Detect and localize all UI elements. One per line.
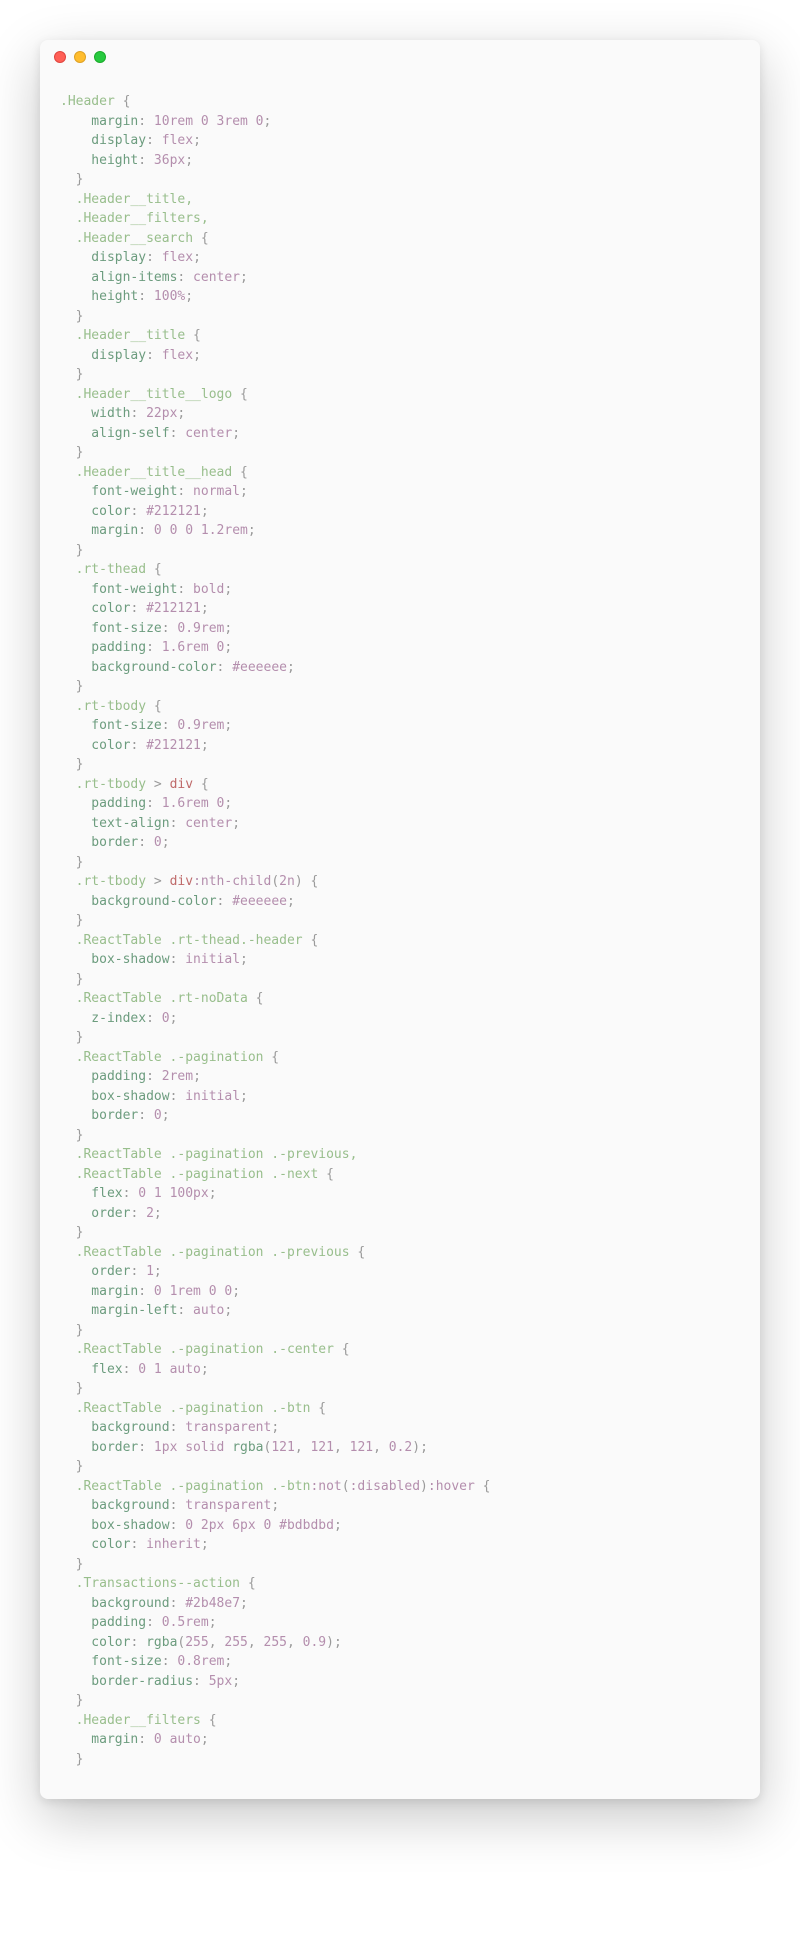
css-declaration: margin: 10rem 0 3rem 0; xyxy=(60,112,760,132)
close-icon[interactable] xyxy=(54,51,66,63)
css-declaration: margin: 0 1rem 0 0; xyxy=(60,1282,760,1302)
code-window: .Header {margin: 10rem 0 3rem 0;display:… xyxy=(40,40,760,1799)
css-selector: .ReactTable .-pagination { xyxy=(60,1048,760,1068)
css-declaration: color: rgba(255, 255, 255, 0.9); xyxy=(60,1633,760,1653)
window-titlebar xyxy=(40,40,760,74)
css-selector: .rt-tbody { xyxy=(60,697,760,717)
css-selector: .rt-thead { xyxy=(60,560,760,580)
css-declaration: padding: 2rem; xyxy=(60,1067,760,1087)
css-declaration: border: 0; xyxy=(60,833,760,853)
zoom-icon[interactable] xyxy=(94,51,106,63)
css-declaration: background-color: #eeeeee; xyxy=(60,658,760,678)
css-selector: .ReactTable .-pagination .-center { xyxy=(60,1340,760,1360)
css-declaration: font-weight: bold; xyxy=(60,580,760,600)
css-declaration: background: transparent; xyxy=(60,1496,760,1516)
css-declaration: margin-left: auto; xyxy=(60,1301,760,1321)
css-declaration: border-radius: 5px; xyxy=(60,1672,760,1692)
css-selector: .rt-tbody > div { xyxy=(60,775,760,795)
css-declaration: flex: 0 1 100px; xyxy=(60,1184,760,1204)
css-selector: .Header__filters, xyxy=(60,209,760,229)
css-declaration: box-shadow: initial; xyxy=(60,1087,760,1107)
css-declaration: order: 1; xyxy=(60,1262,760,1282)
css-declaration: padding: 1.6rem 0; xyxy=(60,638,760,658)
css-selector: .Header__filters { xyxy=(60,1711,760,1731)
css-declaration: border: 0; xyxy=(60,1106,760,1126)
css-selector: .Header__title, xyxy=(60,190,760,210)
css-declaration: background: #2b48e7; xyxy=(60,1594,760,1614)
css-declaration: flex: 0 1 auto; xyxy=(60,1360,760,1380)
css-declaration: align-self: center; xyxy=(60,424,760,444)
css-declaration: box-shadow: 0 2px 6px 0 #bdbdbd; xyxy=(60,1516,760,1536)
css-declaration: font-size: 0.9rem; xyxy=(60,716,760,736)
css-selector: .Transactions--action { xyxy=(60,1574,760,1594)
css-declaration: margin: 0 auto; xyxy=(60,1730,760,1750)
css-declaration: font-weight: normal; xyxy=(60,482,760,502)
css-declaration: font-size: 0.9rem; xyxy=(60,619,760,639)
css-declaration: text-align: center; xyxy=(60,814,760,834)
css-selector: .ReactTable .-pagination .-btn:not(:disa… xyxy=(60,1477,760,1497)
css-declaration: font-size: 0.8rem; xyxy=(60,1652,760,1672)
css-declaration: height: 36px; xyxy=(60,151,760,171)
css-declaration: height: 100%; xyxy=(60,287,760,307)
css-selector: .Header__title__head { xyxy=(60,463,760,483)
css-declaration: display: flex; xyxy=(60,131,760,151)
css-declaration: margin: 0 0 0 1.2rem; xyxy=(60,521,760,541)
css-declaration: z-index: 0; xyxy=(60,1009,760,1029)
css-selector: .rt-tbody > div:nth-child(2n) { xyxy=(60,872,760,892)
css-declaration: display: flex; xyxy=(60,346,760,366)
css-declaration: padding: 0.5rem; xyxy=(60,1613,760,1633)
css-declaration: display: flex; xyxy=(60,248,760,268)
css-declaration: box-shadow: initial; xyxy=(60,950,760,970)
css-declaration: color: inherit; xyxy=(60,1535,760,1555)
css-selector: .ReactTable .-pagination .-next { xyxy=(60,1165,760,1185)
css-selector: .ReactTable .-pagination .-btn { xyxy=(60,1399,760,1419)
css-declaration: background-color: #eeeeee; xyxy=(60,892,760,912)
css-declaration: align-items: center; xyxy=(60,268,760,288)
css-declaration: color: #212121; xyxy=(60,736,760,756)
css-selector: .ReactTable .rt-thead.-header { xyxy=(60,931,760,951)
css-selector: .Header__title { xyxy=(60,326,760,346)
css-selector: .Header__search { xyxy=(60,229,760,249)
css-selector: .ReactTable .-pagination .-previous { xyxy=(60,1243,760,1263)
css-declaration: order: 2; xyxy=(60,1204,760,1224)
css-declaration: border: 1px solid rgba(121, 121, 121, 0.… xyxy=(60,1438,760,1458)
code-editor-content: .Header {margin: 10rem 0 3rem 0;display:… xyxy=(40,74,760,1799)
css-selector: .Header { xyxy=(60,92,760,112)
minimize-icon[interactable] xyxy=(74,51,86,63)
css-declaration: color: #212121; xyxy=(60,599,760,619)
css-declaration: padding: 1.6rem 0; xyxy=(60,794,760,814)
css-declaration: background: transparent; xyxy=(60,1418,760,1438)
css-selector: .Header__title__logo { xyxy=(60,385,760,405)
css-selector: .ReactTable .rt-noData { xyxy=(60,989,760,1009)
css-selector: .ReactTable .-pagination .-previous, xyxy=(60,1145,760,1165)
css-declaration: width: 22px; xyxy=(60,404,760,424)
css-declaration: color: #212121; xyxy=(60,502,760,522)
